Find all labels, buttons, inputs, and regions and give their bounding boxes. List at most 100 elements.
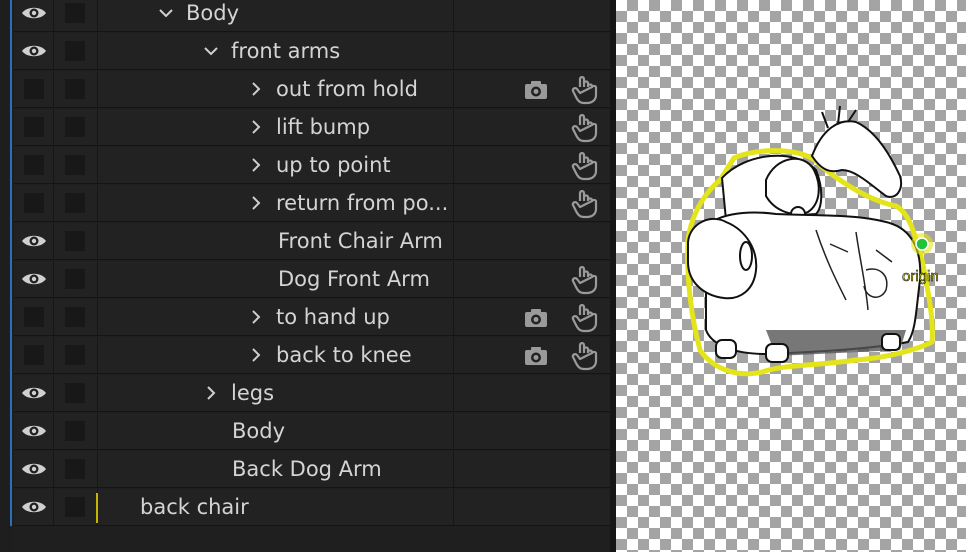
chevron-right-icon[interactable] — [248, 347, 264, 363]
visibility-cell[interactable] — [14, 147, 54, 183]
name-cell[interactable]: back to knee — [98, 337, 454, 373]
visibility-cell[interactable] — [14, 413, 54, 449]
eye-icon[interactable] — [21, 270, 47, 288]
layer-row[interactable]: up to point — [14, 147, 610, 184]
name-cell[interactable]: Back Dog Arm — [98, 451, 454, 487]
visibility-cell[interactable] — [14, 0, 54, 31]
layer-row[interactable]: to hand up — [14, 299, 610, 336]
name-cell[interactable]: lift bump — [98, 109, 454, 145]
lock-cell[interactable] — [54, 223, 98, 259]
name-cell[interactable]: Dog Front Arm — [98, 261, 454, 297]
lock-toggle[interactable] — [65, 383, 85, 403]
visibility-toggle[interactable] — [24, 345, 44, 365]
layer-row[interactable]: Front Chair Arm — [14, 223, 610, 260]
layer-row[interactable]: Dog Front Arm — [14, 261, 610, 298]
lock-cell[interactable] — [54, 375, 98, 411]
chevron-right-icon[interactable] — [248, 157, 264, 173]
layer-row[interactable]: out from hold — [14, 71, 610, 108]
lock-toggle[interactable] — [65, 459, 85, 479]
layer-row[interactable]: front arms — [14, 33, 610, 70]
lock-cell[interactable] — [54, 337, 98, 373]
lock-toggle[interactable] — [65, 269, 85, 289]
camera-input-icon[interactable] — [523, 345, 549, 367]
trigger-hand-icon[interactable] — [571, 113, 599, 143]
trigger-hand-icon[interactable] — [571, 189, 599, 219]
layer-row[interactable]: Body — [14, 0, 610, 32]
trigger-hand-icon[interactable] — [571, 151, 599, 181]
trigger-hand-icon[interactable] — [571, 265, 599, 295]
eye-icon[interactable] — [21, 460, 47, 478]
lock-cell[interactable] — [54, 185, 98, 221]
lock-cell[interactable] — [54, 451, 98, 487]
trigger-hand-icon[interactable] — [571, 75, 599, 105]
lock-toggle[interactable] — [65, 155, 85, 175]
lock-toggle[interactable] — [65, 117, 85, 137]
camera-input-icon[interactable] — [523, 307, 549, 329]
visibility-cell[interactable] — [14, 489, 54, 525]
chevron-down-icon[interactable] — [158, 5, 174, 21]
origin-handle[interactable] — [915, 237, 929, 251]
lock-cell[interactable] — [54, 33, 98, 69]
visibility-cell[interactable] — [14, 337, 54, 373]
scene-canvas[interactable]: origin — [616, 0, 966, 552]
visibility-toggle[interactable] — [24, 79, 44, 99]
layer-row[interactable]: back chair — [14, 489, 610, 526]
lock-cell[interactable] — [54, 71, 98, 107]
layer-row[interactable]: Body — [14, 413, 610, 450]
lock-toggle[interactable] — [65, 497, 85, 517]
lock-cell[interactable] — [54, 109, 98, 145]
visibility-cell[interactable] — [14, 223, 54, 259]
eye-icon[interactable] — [21, 232, 47, 250]
lock-cell[interactable] — [54, 489, 98, 525]
visibility-cell[interactable] — [14, 71, 54, 107]
layer-row[interactable]: legs — [14, 375, 610, 412]
name-cell[interactable]: front arms — [98, 33, 454, 69]
visibility-cell[interactable] — [14, 451, 54, 487]
name-cell[interactable]: Body — [98, 413, 454, 449]
name-cell[interactable]: Body — [98, 0, 454, 31]
visibility-toggle[interactable] — [24, 193, 44, 213]
name-cell[interactable]: legs — [98, 375, 454, 411]
trigger-hand-icon[interactable] — [571, 341, 599, 371]
visibility-cell[interactable] — [14, 185, 54, 221]
chevron-down-icon[interactable] — [203, 43, 219, 59]
trigger-hand-icon[interactable] — [571, 303, 599, 333]
visibility-cell[interactable] — [14, 261, 54, 297]
name-cell[interactable]: back chair — [96, 489, 454, 525]
layer-row[interactable]: return from po... — [14, 185, 610, 222]
eye-icon[interactable] — [21, 498, 47, 516]
eye-icon[interactable] — [21, 422, 47, 440]
name-cell[interactable]: Front Chair Arm — [98, 223, 454, 259]
visibility-toggle[interactable] — [24, 155, 44, 175]
visibility-toggle[interactable] — [24, 117, 44, 137]
eye-icon[interactable] — [21, 4, 47, 22]
eye-icon[interactable] — [21, 384, 47, 402]
lock-cell[interactable] — [54, 147, 98, 183]
lock-toggle[interactable] — [65, 345, 85, 365]
name-cell[interactable]: to hand up — [98, 299, 454, 335]
eye-icon[interactable] — [21, 42, 47, 60]
visibility-toggle[interactable] — [24, 307, 44, 327]
chevron-right-icon[interactable] — [248, 195, 264, 211]
visibility-cell[interactable] — [14, 299, 54, 335]
visibility-cell[interactable] — [14, 109, 54, 145]
lock-cell[interactable] — [54, 0, 98, 31]
chevron-right-icon[interactable] — [248, 81, 264, 97]
lock-toggle[interactable] — [65, 41, 85, 61]
chevron-right-icon[interactable] — [248, 119, 264, 135]
layer-row[interactable]: Back Dog Arm — [14, 451, 610, 488]
lock-toggle[interactable] — [65, 79, 85, 99]
lock-toggle[interactable] — [65, 193, 85, 213]
lock-toggle[interactable] — [65, 421, 85, 441]
lock-cell[interactable] — [54, 413, 98, 449]
name-cell[interactable]: return from po... — [98, 185, 454, 221]
name-cell[interactable]: out from hold — [98, 71, 454, 107]
layer-row[interactable]: lift bump — [14, 109, 610, 146]
visibility-cell[interactable] — [14, 375, 54, 411]
layer-row[interactable]: back to knee — [14, 337, 610, 374]
lock-toggle[interactable] — [65, 307, 85, 327]
chevron-right-icon[interactable] — [203, 385, 219, 401]
visibility-cell[interactable] — [14, 33, 54, 69]
lock-cell[interactable] — [54, 299, 98, 335]
lock-cell[interactable] — [54, 261, 98, 297]
